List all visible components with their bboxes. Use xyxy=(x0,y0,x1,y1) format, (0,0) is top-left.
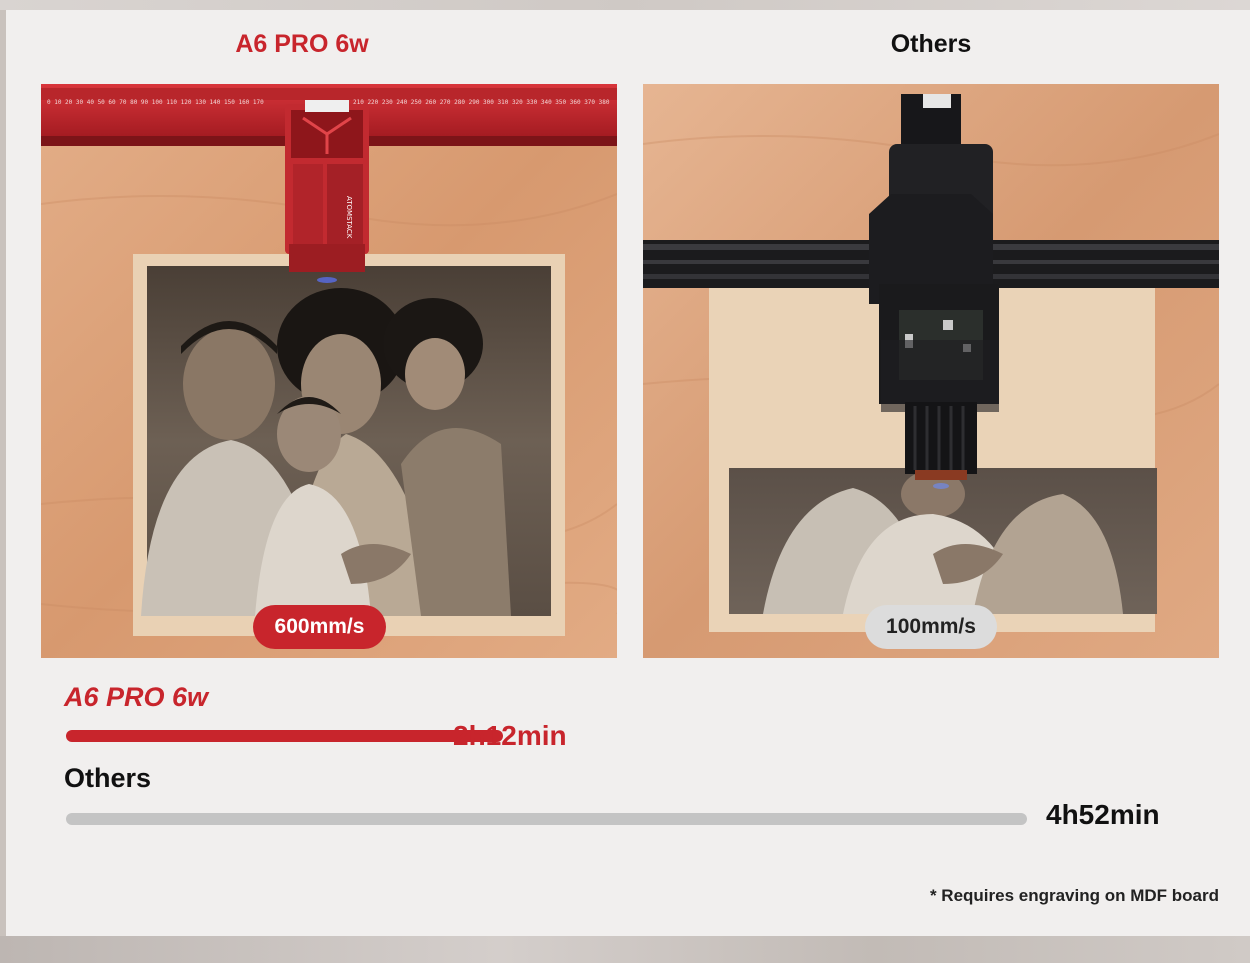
others-engraving-photo xyxy=(643,84,1219,658)
svg-text:210 220 230 240 250 260 270 28: 210 220 230 240 250 260 270 280 290 300 … xyxy=(353,99,610,106)
a6-time-label: A6 PRO 6w xyxy=(64,682,209,712)
others-engraving-illustration xyxy=(643,84,1219,658)
a6-time-bar xyxy=(66,730,503,742)
a6-pro-engraving-photo: 0 10 20 30 40 50 60 70 80 90 100 110 120… xyxy=(41,84,617,658)
machine-logo-text: ATOMSTACK xyxy=(345,196,353,239)
others-time-value: 4h52min xyxy=(1046,799,1160,830)
others-time-label: Others xyxy=(64,763,152,793)
right-column-title: Others xyxy=(890,30,972,58)
left-column-title: A6 PRO 6w xyxy=(235,30,369,58)
bottom-background-strip xyxy=(0,936,1250,963)
a6-speed-badge: 600mm/s xyxy=(253,605,386,649)
footnote: * Requires engraving on MDF board xyxy=(929,886,1219,905)
others-time-bar xyxy=(66,813,1027,825)
top-background-strip xyxy=(0,0,1250,10)
svg-text:0 10 20 30 40 50 60 70 80 90 1: 0 10 20 30 40 50 60 70 80 90 100 110 120… xyxy=(47,99,264,106)
a6-pro-engraving-illustration: 0 10 20 30 40 50 60 70 80 90 100 110 120… xyxy=(41,84,617,658)
others-speed-badge: 100mm/s xyxy=(865,605,997,649)
a6-time-value: 2h12min xyxy=(453,720,567,751)
